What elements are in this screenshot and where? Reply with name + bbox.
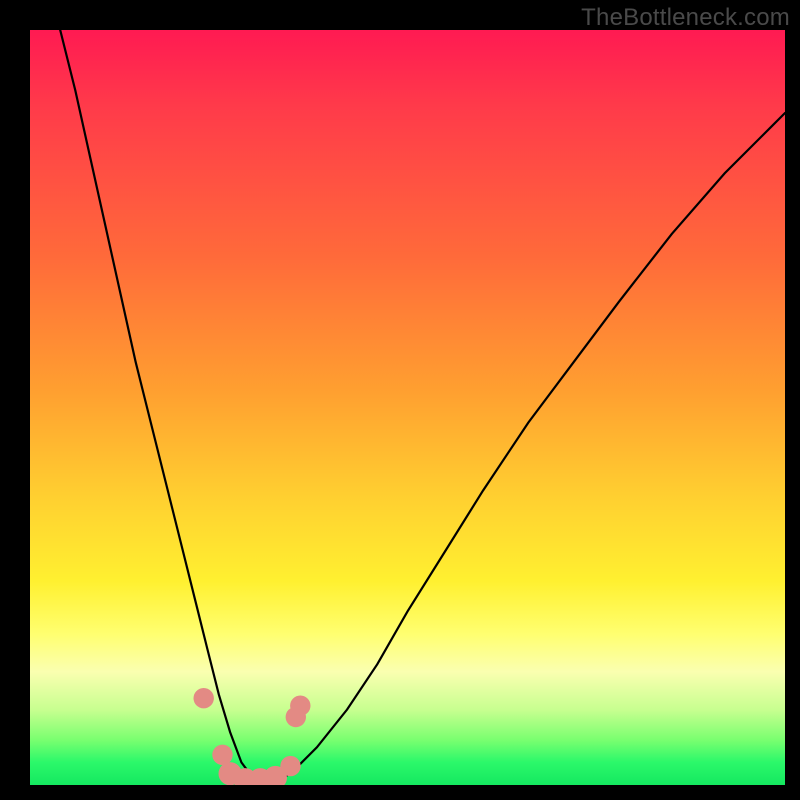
- data-marker: [264, 766, 287, 785]
- data-marker: [194, 688, 214, 708]
- data-marker: [290, 696, 310, 716]
- v-curve-path: [60, 30, 785, 785]
- data-marker: [286, 707, 306, 727]
- chart-frame: TheBottleneck.com: [0, 0, 800, 800]
- data-marker: [249, 768, 272, 785]
- plot-area: [30, 30, 785, 785]
- watermark-text: TheBottleneck.com: [581, 4, 790, 32]
- data-marker: [280, 756, 300, 776]
- data-marker: [219, 762, 242, 785]
- data-marker: [234, 768, 257, 785]
- curve-layer: [30, 30, 785, 785]
- marker-group: [194, 688, 311, 785]
- data-marker: [212, 745, 232, 765]
